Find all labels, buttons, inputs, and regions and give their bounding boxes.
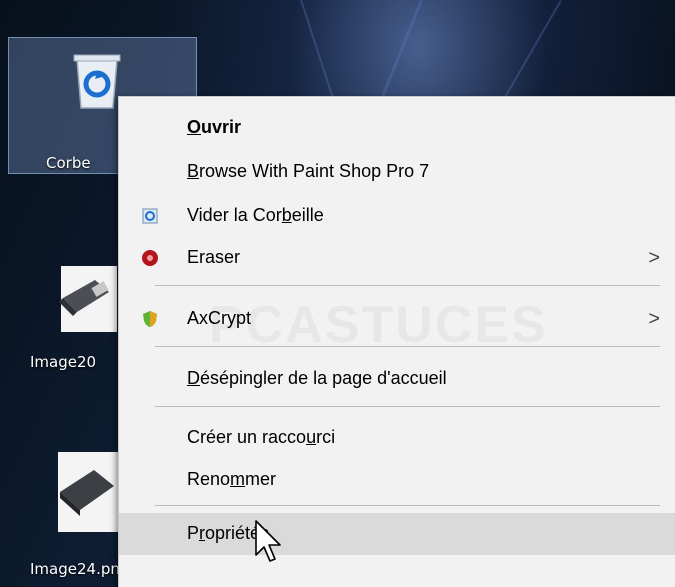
menu-item-label: Browse With Paint Shop Pro 7 bbox=[187, 161, 430, 181]
desktop-icon-image24[interactable]: Image24.png bbox=[30, 452, 129, 582]
axcrypt-shield-icon bbox=[141, 310, 159, 328]
recycle-bin-icon bbox=[73, 54, 121, 109]
desktop-icon-label: Image24.png bbox=[30, 560, 130, 578]
menu-item-label: Eraser bbox=[187, 247, 241, 267]
menu-item-creer-raccourci[interactable]: Créer un raccourci bbox=[119, 419, 675, 457]
menu-item-label: Ouvrir bbox=[187, 117, 242, 137]
menu-item-label: Vider la Corbeille bbox=[187, 205, 324, 225]
recycle-bin-icon bbox=[141, 207, 159, 225]
context-menu: PCASTUCES Ouvrir Browse With Paint Shop … bbox=[118, 96, 675, 587]
menu-item-axcrypt[interactable]: AxCrypt > bbox=[119, 300, 675, 338]
desktop-icon-label: Image20 bbox=[30, 353, 97, 371]
menu-separator bbox=[155, 285, 660, 286]
menu-separator bbox=[155, 505, 660, 506]
menu-item-proprietes[interactable]: Propriétés bbox=[119, 513, 675, 555]
hard-drive-icon bbox=[58, 452, 120, 532]
menu-item-label: Renommer bbox=[187, 469, 277, 489]
chevron-right-icon: > bbox=[648, 308, 660, 330]
menu-item-browse-paint-shop[interactable]: Browse With Paint Shop Pro 7 bbox=[119, 153, 675, 191]
menu-item-vider-corbeille[interactable]: Vider la Corbeille bbox=[119, 197, 675, 235]
menu-item-label: Créer un raccourci bbox=[187, 427, 336, 447]
menu-item-desepingler[interactable]: Désépingler de la page d'accueil bbox=[119, 360, 675, 398]
chevron-right-icon: > bbox=[648, 247, 660, 269]
mouse-cursor-icon bbox=[255, 520, 281, 562]
menu-item-renommer[interactable]: Renommer bbox=[119, 461, 675, 499]
usb-drive-icon bbox=[59, 266, 121, 332]
menu-item-label: Désépingler de la page d'accueil bbox=[187, 368, 447, 388]
menu-item-label: AxCrypt bbox=[187, 308, 252, 328]
desktop-icon-label: Corbe bbox=[46, 154, 91, 172]
menu-item-eraser[interactable]: Eraser > bbox=[119, 239, 675, 277]
desktop-icon-image20[interactable]: Image20 bbox=[30, 262, 122, 372]
menu-separator bbox=[155, 406, 660, 407]
menu-item-ouvrir[interactable]: Ouvrir bbox=[119, 109, 675, 147]
menu-separator bbox=[155, 346, 660, 347]
eraser-icon bbox=[141, 249, 159, 267]
